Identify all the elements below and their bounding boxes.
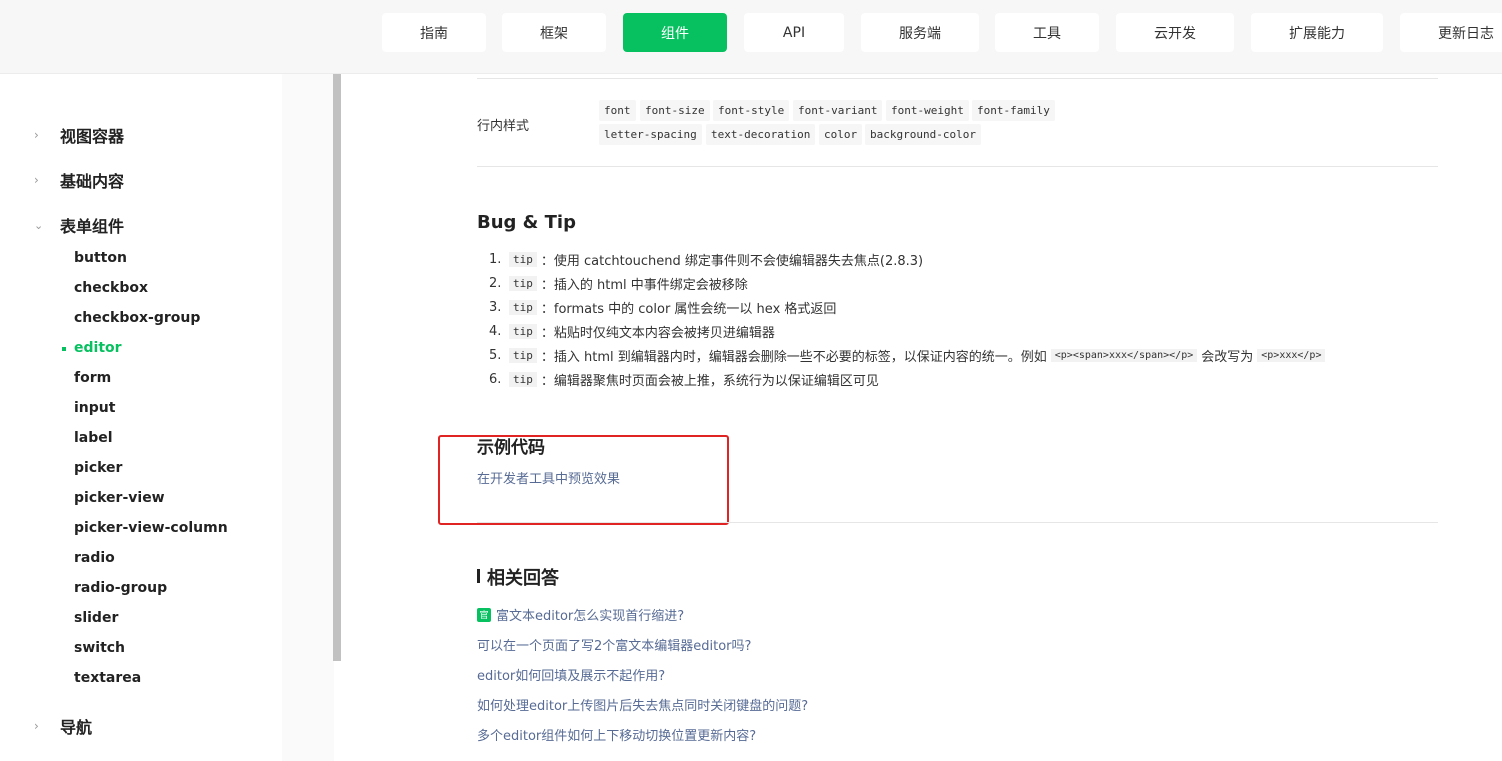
sidebar-item-checkbox-group[interactable]: checkbox-group — [74, 310, 200, 326]
tab-server[interactable]: 服务端 — [861, 13, 979, 52]
related-answers-heading: 相关回答 — [487, 568, 559, 589]
sidebar-item-form[interactable]: form — [74, 370, 111, 386]
inline-style-label: 行内样式 — [477, 119, 530, 134]
list-text: 会改写为 — [1201, 350, 1254, 365]
inline-code: <p><span>xxx</span></p> — [1050, 349, 1198, 362]
tab-api[interactable]: API — [744, 13, 844, 52]
related-answer-link[interactable]: 如何处理editor上传图片后失去焦点同时关闭键盘的问题? — [477, 695, 808, 714]
sidebar-group-label: 表单组件 — [60, 217, 125, 236]
highlight-box — [438, 435, 729, 525]
style-tag: font-style — [713, 100, 790, 121]
sidebar-item-button[interactable]: button — [74, 250, 127, 266]
sidebar-scrollbar[interactable] — [333, 74, 341, 661]
sidebar-item-radio-group[interactable]: radio-group — [74, 580, 167, 596]
style-tag: font-size — [640, 100, 710, 121]
tab-framework[interactable]: 框架 — [502, 13, 606, 52]
list-text: ：粘贴时仅纯文本内容会被拷贝进编辑器 — [540, 326, 775, 341]
tip-tag: tip — [509, 276, 537, 291]
heading-marker — [477, 569, 480, 583]
list-number: 6. — [489, 372, 502, 387]
tab-components[interactable]: 组件 — [623, 13, 727, 52]
tab-tools[interactable]: 工具 — [995, 13, 1099, 52]
tab-extensions[interactable]: 扩展能力 — [1251, 13, 1383, 52]
sidebar-group-label: 视图容器 — [60, 127, 125, 146]
related-answer-link[interactable]: 可以在一个页面了写2个富文本编辑器editor吗? — [477, 635, 751, 654]
sidebar-group-navigation[interactable]: › 导航 — [0, 711, 282, 741]
tip-tag: tip — [509, 348, 537, 363]
divider — [477, 78, 1438, 79]
top-nav: 指南 框架 组件 API 服务端 工具 云开发 扩展能力 更新日志 — [0, 0, 1502, 74]
inline-code: <p>xxx</p> — [1257, 349, 1326, 362]
chevron-down-icon: ⌄ — [34, 218, 44, 232]
divider — [477, 522, 1438, 523]
tip-tag: tip — [509, 252, 537, 267]
chevron-right-icon: › — [34, 719, 39, 733]
sidebar-group-label: 基础内容 — [60, 172, 125, 191]
sidebar-item-input[interactable]: input — [74, 400, 115, 416]
style-tag: text-decoration — [706, 124, 816, 145]
sidebar-group-view-containers[interactable]: › 视图容器 — [0, 120, 282, 150]
list-number: 1. — [489, 252, 502, 267]
list-item: 5. tip ：插入 html 到编辑器内时，编辑器会删除一些不必要的标签，以保… — [489, 346, 1329, 365]
style-tag: font — [599, 100, 636, 121]
list-item: 3. tip ：formats 中的 color 属性会统一以 hex 格式返回 — [489, 298, 836, 317]
list-item: 6. tip ：编辑器聚焦时页面会被上推，系统行为以保证编辑区可见 — [489, 370, 879, 389]
chevron-right-icon: › — [34, 173, 39, 187]
list-number: 5. — [489, 348, 502, 363]
bug-tip-heading: Bug & Tip — [477, 212, 576, 233]
sidebar-item-picker[interactable]: picker — [74, 460, 122, 476]
tab-cloud[interactable]: 云开发 — [1116, 13, 1234, 52]
sidebar-group-form-components[interactable]: ⌄ 表单组件 — [0, 210, 282, 240]
divider — [477, 166, 1438, 167]
list-text: ：编辑器聚焦时页面会被上推，系统行为以保证编辑区可见 — [540, 374, 879, 389]
tip-tag: tip — [509, 300, 537, 315]
sidebar-group-label: 导航 — [60, 718, 93, 737]
list-text: ：使用 catchtouchend 绑定事件则不会使编辑器失去焦点(2.8.3) — [540, 254, 924, 269]
sidebar-item-textarea[interactable]: textarea — [74, 670, 141, 686]
related-answer-link[interactable]: 官 富文本editor怎么实现首行缩进? — [477, 605, 684, 624]
sidebar-item-radio[interactable]: radio — [74, 550, 115, 566]
sidebar-group-basic-content[interactable]: › 基础内容 — [0, 165, 282, 195]
related-answer-link[interactable]: 多个editor组件如何上下移动切换位置更新内容? — [477, 725, 756, 744]
sidebar-item-editor[interactable]: editor — [74, 340, 122, 356]
tab-guide[interactable]: 指南 — [382, 13, 486, 52]
sidebar-item-slider[interactable]: slider — [74, 610, 118, 626]
sidebar-item-picker-view-column[interactable]: picker-view-column — [74, 520, 228, 536]
sidebar-item-checkbox[interactable]: checkbox — [74, 280, 148, 296]
tip-tag: tip — [509, 324, 537, 339]
sidebar-item-label[interactable]: label — [74, 430, 113, 446]
style-tag: background-color — [865, 124, 981, 145]
list-item: 4. tip ：粘贴时仅纯文本内容会被拷贝进编辑器 — [489, 322, 775, 341]
list-text: ：formats 中的 color 属性会统一以 hex 格式返回 — [540, 302, 837, 317]
style-tag: font-family — [972, 100, 1055, 121]
sidebar-gutter — [282, 74, 334, 761]
tab-changelog[interactable]: 更新日志 — [1400, 13, 1502, 52]
sidebar-item-picker-view[interactable]: picker-view — [74, 490, 165, 506]
active-indicator-dot — [62, 347, 66, 351]
related-answer-link[interactable]: editor如何回填及展示不起作用? — [477, 665, 665, 684]
sidebar-item-switch[interactable]: switch — [74, 640, 125, 656]
tip-tag: tip — [509, 372, 537, 387]
style-tag: letter-spacing — [599, 124, 702, 145]
related-answer-text: 富文本editor怎么实现首行缩进? — [496, 609, 685, 624]
list-number: 3. — [489, 300, 502, 315]
list-number: 4. — [489, 324, 502, 339]
list-item: 1. tip ：使用 catchtouchend 绑定事件则不会使编辑器失去焦点… — [489, 250, 923, 269]
list-number: 2. — [489, 276, 502, 291]
chevron-right-icon: › — [34, 128, 39, 142]
list-item: 2. tip ：插入的 html 中事件绑定会被移除 — [489, 274, 748, 293]
style-tag: font-weight — [886, 100, 969, 121]
list-text: ：插入的 html 中事件绑定会被移除 — [540, 278, 748, 293]
list-text: ：插入 html 到编辑器内时，编辑器会删除一些不必要的标签，以保证内容的统一。… — [540, 350, 1047, 365]
style-tag: font-variant — [793, 100, 883, 121]
official-badge-icon: 官 — [477, 607, 491, 622]
style-tag: color — [819, 124, 863, 145]
